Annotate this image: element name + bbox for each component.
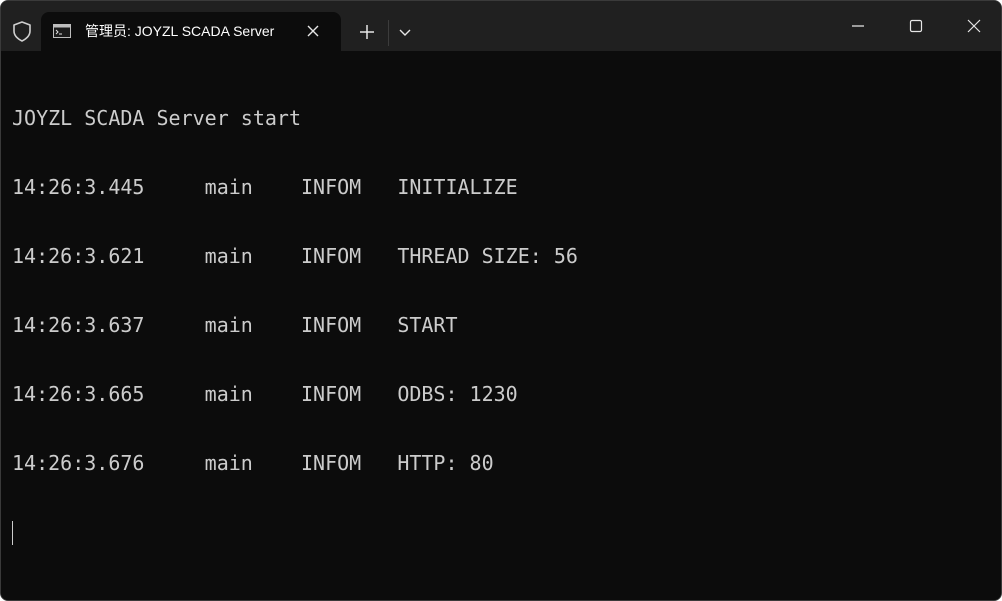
title-bar[interactable]: 管理员: JOYZL SCADA Server xyxy=(1,1,1001,51)
console-line: 14:26:3.637 main INFOM START xyxy=(12,313,458,337)
console-lines: JOYZL SCADA Server start 14:26:3.445 mai… xyxy=(12,61,578,591)
terminal-window: 管理员: JOYZL SCADA Server JOYZL SCADA Serv… xyxy=(0,0,1002,601)
maximize-button[interactable] xyxy=(887,1,945,51)
chevron-down-icon[interactable] xyxy=(395,22,415,42)
tab-title: 管理员: JOYZL SCADA Server xyxy=(85,23,275,39)
plus-icon[interactable] xyxy=(355,20,379,44)
console-line: 14:26:3.621 main INFOM THREAD SIZE: 56 xyxy=(12,244,578,268)
console-line: 14:26:3.445 main INFOM INITIALIZE xyxy=(12,175,518,199)
tab-terminal[interactable]: 管理员: JOYZL SCADA Server xyxy=(41,12,341,51)
minimize-icon xyxy=(852,25,864,27)
close-icon xyxy=(967,19,981,33)
console-output[interactable]: JOYZL SCADA Server start 14:26:3.445 mai… xyxy=(1,51,1001,600)
tab-divider xyxy=(388,20,389,46)
shield-icon xyxy=(13,21,31,42)
text-cursor xyxy=(12,521,13,545)
maximize-icon xyxy=(909,19,923,33)
console-line: 14:26:3.665 main INFOM ODBS: 1230 xyxy=(12,382,518,406)
console-line: JOYZL SCADA Server start xyxy=(12,106,301,130)
console-line: 14:26:3.676 main INFOM HTTP: 80 xyxy=(12,451,494,475)
close-window-button[interactable] xyxy=(945,1,1001,51)
terminal-icon xyxy=(53,24,71,38)
close-icon[interactable] xyxy=(303,21,323,41)
minimize-button[interactable] xyxy=(829,1,887,51)
